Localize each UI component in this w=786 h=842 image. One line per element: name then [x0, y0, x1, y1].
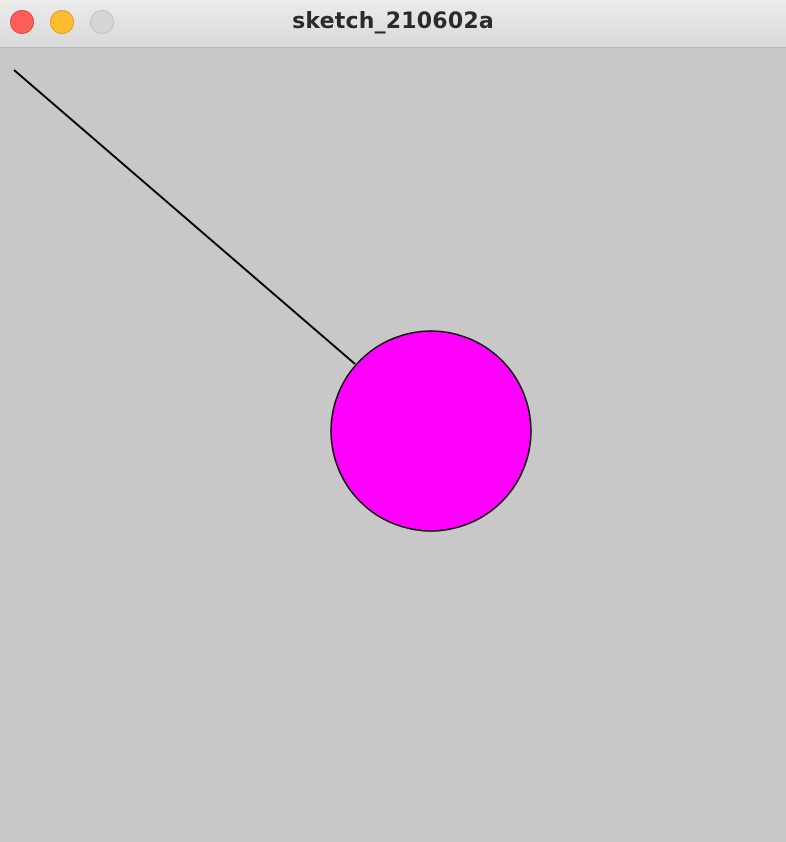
pendulum-string — [13, 69, 356, 365]
title-bar[interactable]: sketch_210602a — [0, 0, 786, 48]
sketch-canvas[interactable] — [0, 48, 786, 842]
pendulum-ball — [330, 330, 532, 532]
window-title: sketch_210602a — [292, 9, 494, 34]
sketch-drawing — [13, 69, 532, 532]
sketch-window: sketch_210602a — [0, 0, 786, 842]
